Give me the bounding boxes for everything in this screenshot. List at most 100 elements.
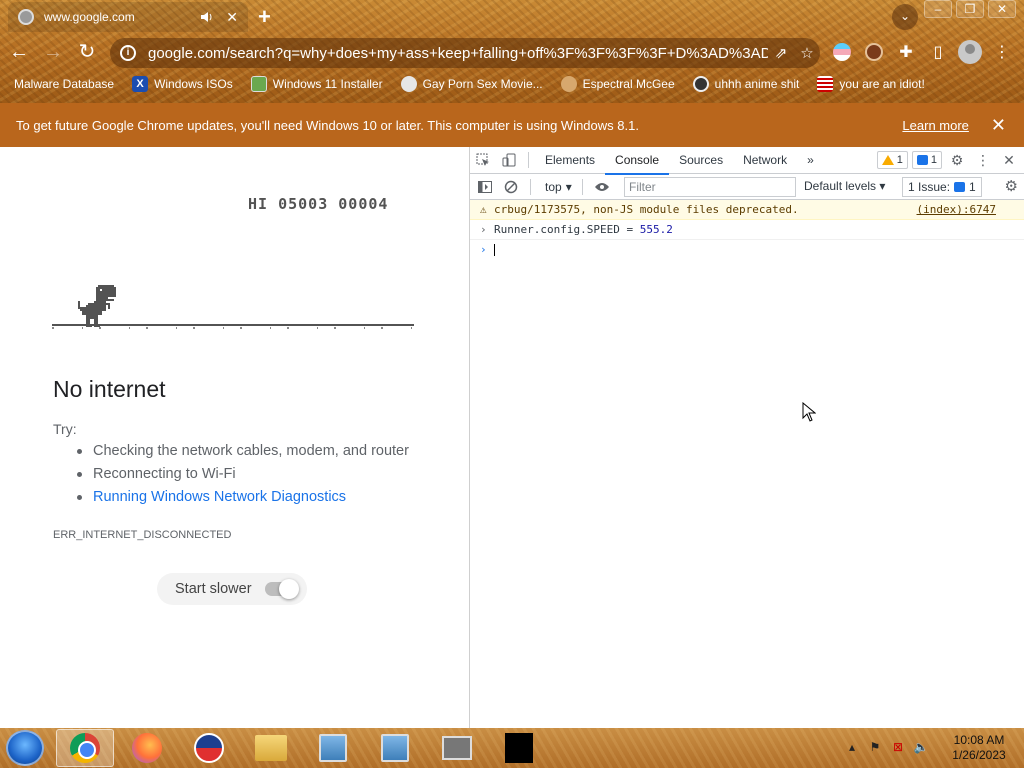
issues-button[interactable]: 1 Issue: 1 [902, 177, 982, 197]
warning-icon [881, 155, 894, 165]
learn-more-link[interactable]: Learn more [902, 118, 968, 133]
bookmark-item[interactable]: uhhh anime shit [692, 76, 799, 92]
bookmark-anime-icon [692, 76, 709, 92]
clock-time: 10:08 AM [953, 733, 1005, 747]
close-tab-icon[interactable]: ✕ [226, 9, 238, 26]
bookmark-item[interactable]: Gay Porn Sex Movie... [400, 76, 543, 92]
bookmark-item[interactable]: you are an idiot! [817, 76, 925, 92]
warnings-badge[interactable]: 1 [876, 151, 908, 169]
side-panel-icon[interactable]: ▯ [926, 40, 950, 64]
bookmark-label: Windows ISOs [154, 77, 233, 91]
start-slower-label: Start slower [175, 581, 252, 597]
bookmark-x-icon: X [132, 76, 149, 92]
new-tab-button[interactable]: + [258, 4, 271, 30]
window-close-button[interactable]: ✕ [988, 0, 1016, 18]
expand-triangle-icon[interactable]: ⚠ [480, 200, 494, 220]
network-diagnostics-link[interactable]: Running Windows Network Diagnostics [77, 490, 409, 505]
tab-console[interactable]: Console [605, 147, 670, 175]
show-hidden-icons[interactable]: ▴ [845, 740, 859, 754]
settings-gear-icon[interactable]: ⚙ [946, 150, 968, 170]
menu-kebab-icon[interactable]: ⋮ [990, 40, 1014, 64]
taskbar-store[interactable] [428, 729, 486, 767]
extension-avatar-icon[interactable] [862, 40, 886, 64]
site-info-icon[interactable]: i [120, 45, 136, 61]
puzzle-extensions-icon[interactable]: ✚ [894, 40, 918, 64]
issue-icon [954, 182, 966, 192]
browser-tab[interactable]: www.google.com ✕ [8, 2, 248, 32]
share-icon[interactable]: ⇗ [768, 44, 794, 62]
action-center-flag-icon[interactable]: ⚑ [868, 740, 882, 754]
console-prompt[interactable]: › [470, 240, 1024, 260]
taskbar: ▴ ⚑ ⊠ 🔈 10:08 AM 1/26/2023 [0, 728, 1024, 768]
context-selector[interactable]: top ▾ [541, 180, 576, 194]
context-label: top [545, 179, 562, 194]
live-expression-eye-icon[interactable] [589, 182, 615, 192]
taskbar-chrome[interactable] [56, 729, 114, 767]
source-link[interactable]: (index):6747 [917, 200, 996, 220]
console-input-row: › Runner.config.SPEED = 555.2 [470, 220, 1024, 240]
bookmark-item[interactable]: Windows 11 Installer [250, 76, 383, 92]
tab-sources[interactable]: Sources [669, 147, 733, 174]
device-toolbar-icon[interactable] [496, 147, 522, 173]
bookmark-gear-icon [400, 76, 417, 92]
minimize-button[interactable]: – [924, 0, 952, 18]
store-icon [442, 736, 472, 760]
clear-console-icon[interactable] [498, 180, 524, 194]
address-bar[interactable]: i google.com/search?q=why+does+my+ass+ke… [110, 38, 820, 68]
bookmark-item[interactable]: Malware Database [14, 76, 114, 92]
devtools-close-icon[interactable]: ✕ [998, 150, 1020, 170]
bookmark-item[interactable]: X Windows ISOs [132, 76, 233, 92]
dino-icon[interactable] [78, 285, 118, 327]
tab-network[interactable]: Network [733, 147, 797, 174]
taskbar-obama-app[interactable] [180, 729, 238, 767]
taskbar-explorer[interactable] [242, 729, 300, 767]
messages-badge[interactable]: 1 [911, 151, 942, 169]
back-button[interactable]: ← [4, 37, 34, 67]
taskbar-black-app[interactable] [490, 729, 548, 767]
bookmark-face-icon [560, 76, 577, 92]
globe-icon [18, 9, 34, 25]
log-levels-dropdown[interactable]: Default levels ▾ [804, 179, 885, 193]
inspect-element-icon[interactable] [470, 147, 496, 173]
start-slower-control[interactable]: Start slower [157, 573, 307, 605]
address-url[interactable]: google.com/search?q=why+does+my+ass+keep… [148, 45, 768, 62]
console-toolbar: top ▾ Filter Default levels ▾ 1 Issue: 1… [470, 174, 1024, 200]
reload-button[interactable]: ↻ [72, 37, 102, 67]
console-filter-input[interactable]: Filter [624, 177, 796, 197]
bookmark-item[interactable]: Espectral McGee [560, 76, 675, 92]
speaker-icon[interactable] [200, 11, 214, 23]
volume-icon[interactable]: 🔈 [914, 740, 929, 754]
system-tray: ▴ ⚑ ⊠ 🔈 [845, 740, 929, 754]
taskbar-firefox[interactable] [118, 729, 176, 767]
banner-close-icon[interactable]: ✕ [991, 115, 1006, 136]
forward-button[interactable]: → [38, 37, 68, 67]
console-warning-row[interactable]: ⚠ crbug/1173575, non-JS module files depr… [470, 200, 1024, 220]
restore-button[interactable]: ❐ [956, 0, 984, 18]
system-clock[interactable]: 10:08 AM 1/26/2023 [944, 733, 1014, 763]
chevron-down-icon: ⌄ [899, 9, 911, 23]
devtools-menu-icon[interactable]: ⋮ [972, 150, 994, 170]
start-button[interactable] [6, 730, 44, 766]
start-slower-toggle[interactable] [265, 579, 299, 599]
dino-ground [52, 324, 414, 326]
more-tabs-icon[interactable]: » [797, 147, 824, 174]
sidebar-toggle-icon[interactable] [472, 180, 498, 193]
update-banner: To get future Google Chrome updates, you… [0, 103, 1024, 147]
taskbar-network-app-2[interactable] [366, 729, 424, 767]
messages-count: 1 [930, 154, 937, 166]
taskbar-network-app[interactable] [304, 729, 362, 767]
console-settings-gear-icon[interactable]: ⚙ [1005, 177, 1018, 195]
network-disconnected-icon[interactable]: ⊠ [891, 740, 905, 754]
extension-trans-flag-icon[interactable] [830, 40, 854, 64]
tab-elements[interactable]: Elements [535, 147, 605, 174]
console-value: 555.2 [639, 223, 673, 236]
computer-icon [381, 734, 409, 762]
bookmark-star-icon[interactable]: ☆ [794, 44, 820, 62]
browser-frame: www.google.com ✕ + ⌄ – ❐ ✕ ← → ↻ i googl… [0, 0, 1024, 103]
bookmark-img-icon [250, 76, 267, 92]
tab-search-button[interactable]: ⌄ [892, 4, 918, 30]
profile-avatar-icon[interactable] [958, 40, 982, 64]
bookmark-label: Malware Database [14, 77, 115, 91]
bookmark-label: you are an idiot! [839, 77, 925, 91]
folder-icon [255, 735, 287, 761]
